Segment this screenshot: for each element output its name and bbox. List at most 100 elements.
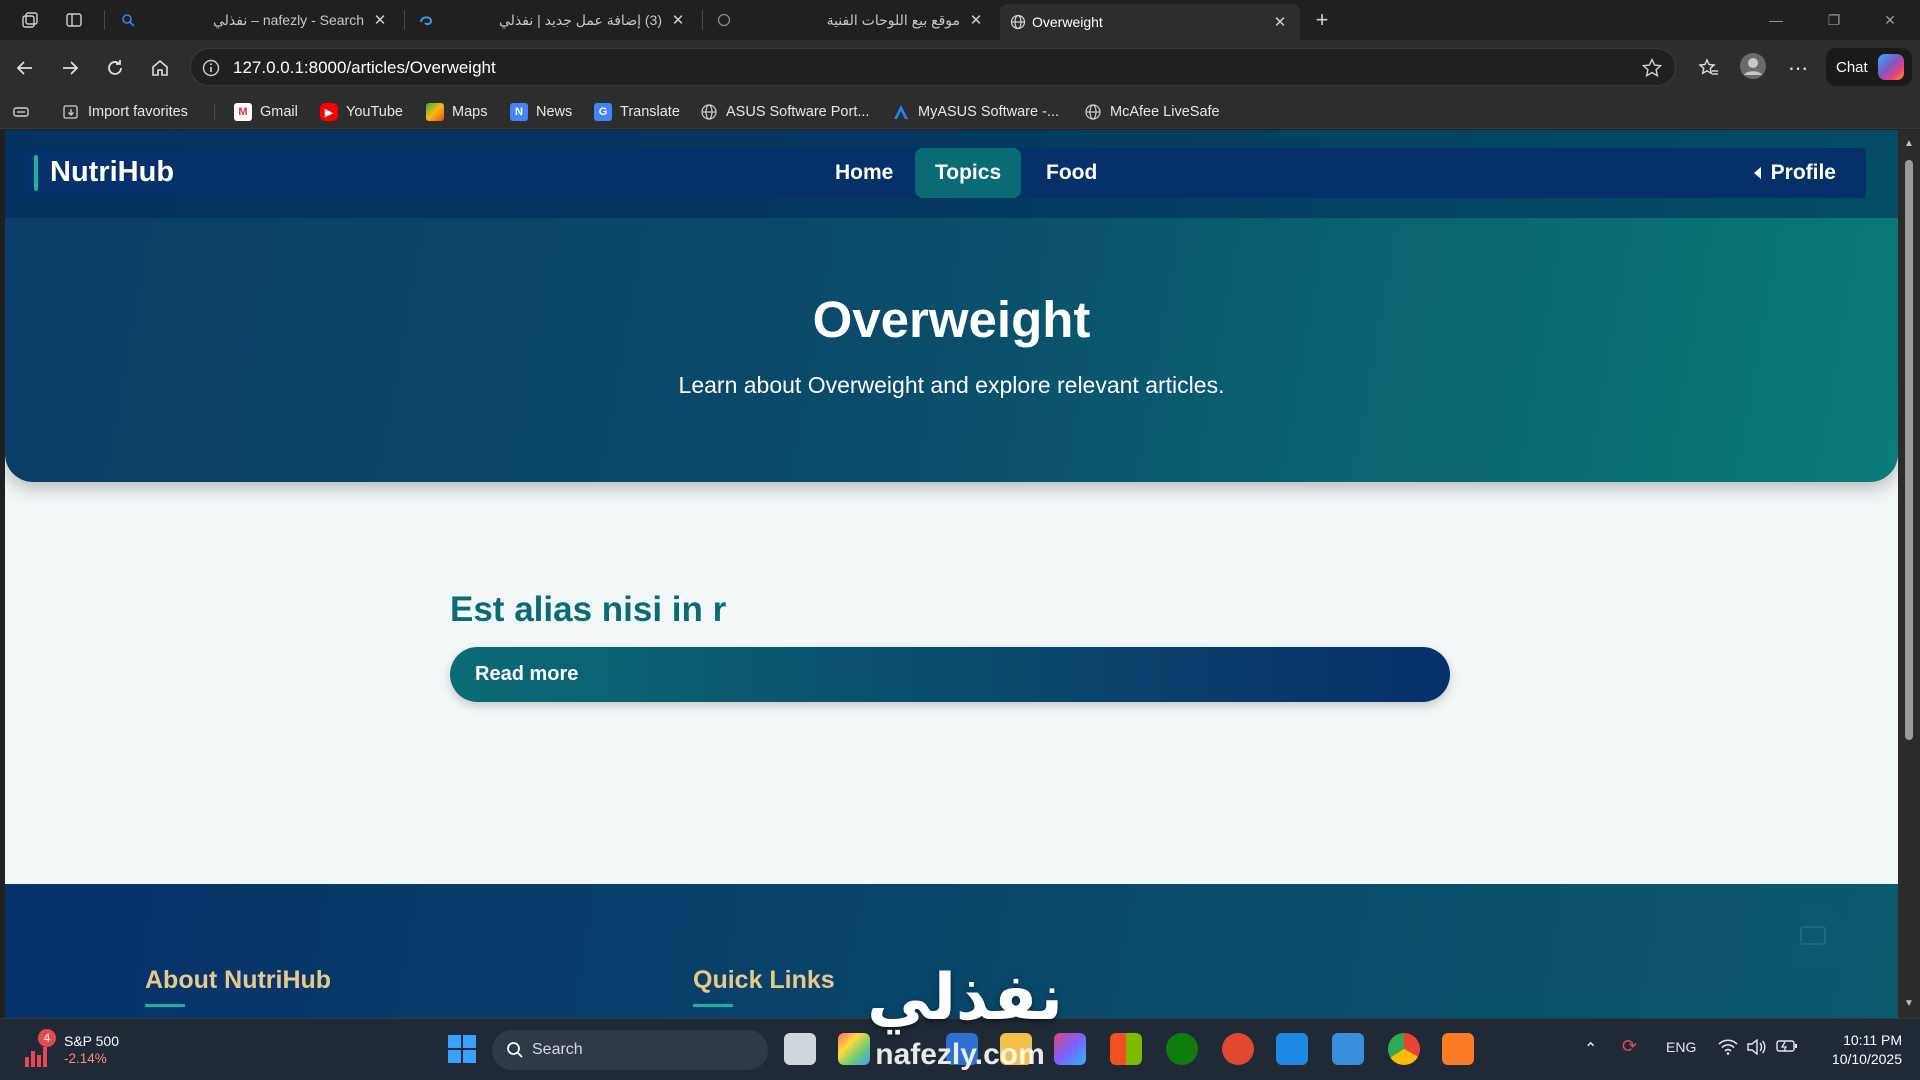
stock-widget[interactable]: 4 S&P 500 -2.14% [24, 1029, 144, 1071]
read-more-button[interactable]: Read more [450, 647, 1450, 702]
gmail-icon: M [234, 103, 252, 121]
close-icon[interactable]: ✕ [1270, 13, 1290, 31]
page-viewport: NutriHub Home Topics Food Profile Overwe… [5, 130, 1898, 1018]
back-icon[interactable] [11, 54, 39, 82]
import-icon [62, 103, 80, 121]
battery-icon[interactable] [1776, 1039, 1798, 1056]
close-icon[interactable]: ✕ [370, 11, 390, 29]
scroll-down-icon[interactable]: ▼ [1903, 998, 1915, 1009]
tab-nafezly-search[interactable]: nafezly - Search – نفذلي ✕ [110, 4, 400, 36]
windows-start-icon[interactable] [446, 1033, 478, 1065]
system-clock[interactable]: 10:11 PM 10/10/2025 [1812, 1031, 1902, 1069]
article-card: Est alias nisi in r Read more [450, 590, 1450, 702]
show-hidden-icons-icon[interactable]: ⌃ [1584, 1039, 1597, 1059]
bookmark-label: ASUS Software Port... [726, 104, 870, 120]
nav-food-link[interactable]: Food [1026, 148, 1117, 198]
notification-badge: 4 [38, 1029, 56, 1047]
refresh-icon[interactable] [101, 54, 129, 82]
forward-icon[interactable] [56, 54, 84, 82]
more-options-icon[interactable]: ⋯ [1784, 54, 1812, 82]
xbox-icon[interactable] [1166, 1033, 1198, 1065]
task-view-icon[interactable] [784, 1033, 816, 1065]
tab-title: موقع بيع اللوحات الفنية [826, 11, 960, 28]
page-scrollbar[interactable]: ▲ ▼ [1898, 130, 1920, 1018]
microsoft-store-icon[interactable] [1110, 1033, 1142, 1065]
favorites-icon[interactable] [1695, 54, 1723, 82]
watermark-arabic: نفذلي [867, 961, 1063, 1033]
brand-accent-bar [34, 155, 38, 191]
bookmark-mcafee[interactable]: McAfee LiveSafe [1084, 101, 1220, 123]
minimize-icon[interactable]: — [1756, 8, 1796, 32]
clock-time: 10:11 PM [1843, 1032, 1902, 1048]
wps-office-icon[interactable] [1222, 1033, 1254, 1065]
scroll-thumb[interactable] [1905, 160, 1913, 740]
wifi-icon[interactable] [1718, 1039, 1738, 1058]
scroll-up-icon[interactable]: ▲ [1903, 138, 1915, 149]
bookmark-label: Import favorites [88, 104, 188, 120]
bookmark-news[interactable]: N News [510, 101, 572, 123]
copilot-chat-button[interactable]: Chat [1826, 48, 1912, 86]
browser-toolbar: 127.0.0.1:8000/articles/Overweight ⋯ Cha… [0, 40, 1920, 95]
globe-icon [1084, 103, 1102, 121]
profile-label: Profile [1770, 161, 1836, 184]
bookmark-separator [214, 103, 215, 121]
tab-separator [702, 10, 703, 30]
site-brand-logo[interactable]: NutriHub [50, 156, 174, 189]
url-text[interactable]: 127.0.0.1:8000/articles/Overweight [233, 58, 496, 78]
nav-topics-link[interactable]: Topics [915, 148, 1022, 198]
tab-title: (3) إضافة عمل جديد | نفذلي [498, 11, 662, 28]
bookmark-import-favorites[interactable]: Import favorites [62, 101, 188, 123]
site-info-icon[interactable] [201, 58, 221, 78]
taskbar-search[interactable]: Search [492, 1030, 768, 1070]
hero-section: NutriHub Home Topics Food Profile Overwe… [5, 130, 1898, 482]
chat-floating-button[interactable] [1778, 902, 1848, 972]
workspaces-icon[interactable] [18, 8, 42, 32]
navbar-inner: NutriHub Home Topics Food Profile [20, 148, 1866, 198]
bookmark-label: MyASUS Software -... [918, 104, 1060, 120]
clock-date: 10/10/2025 [1831, 1051, 1902, 1067]
restore-icon[interactable]: ❐ [1814, 8, 1854, 32]
bookmark-gmail[interactable]: M Gmail [234, 101, 298, 123]
bookmark-youtube[interactable]: ▶ YouTube [320, 101, 403, 123]
language-indicator[interactable]: ENG [1666, 1039, 1696, 1055]
tab-overweight[interactable]: Overweight ✕ [1000, 4, 1300, 40]
bookmarks-bar: Import favorites M Gmail ▶ YouTube Maps … [0, 95, 1920, 129]
globe-icon [1010, 14, 1026, 30]
tab-separator [404, 10, 405, 30]
close-icon[interactable]: ✕ [966, 11, 986, 29]
myasus-icon [892, 103, 910, 121]
sync-icon[interactable]: ⟳ [1622, 1036, 1637, 1057]
favorite-star-icon[interactable] [1641, 57, 1663, 79]
notepad-icon[interactable] [1332, 1033, 1364, 1065]
tab-title: nafezly - Search – نفذلي [213, 11, 364, 28]
tab-add-work[interactable]: (3) إضافة عمل جديد | نفذلي ✕ [408, 4, 698, 36]
article-title[interactable]: Est alias nisi in r [450, 590, 1450, 630]
vertical-tabs-icon[interactable] [62, 8, 86, 32]
volume-icon[interactable] [1746, 1038, 1766, 1058]
tab-actions-icon[interactable] [12, 101, 30, 123]
address-bar[interactable]: 127.0.0.1:8000/articles/Overweight [190, 48, 1676, 86]
profile-dropdown[interactable]: Profile [1753, 148, 1836, 198]
bookmark-translate[interactable]: G Translate [594, 101, 680, 123]
search-icon [120, 12, 136, 28]
tab-art-shop[interactable]: موقع بيع اللوحات الفنية ✕ [706, 4, 996, 36]
home-icon[interactable] [146, 54, 174, 82]
caret-left-icon [1753, 167, 1761, 179]
profile-avatar-icon[interactable] [1739, 52, 1767, 80]
close-icon[interactable]: ✕ [668, 11, 688, 29]
tab-title: Overweight [1032, 14, 1103, 30]
bookmark-maps[interactable]: Maps [426, 101, 487, 123]
tab-separator [104, 10, 105, 30]
search-icon [507, 1042, 523, 1058]
maps-icon [426, 103, 444, 121]
bookmark-label: News [536, 104, 573, 120]
nav-home-link[interactable]: Home [815, 148, 913, 198]
bookmark-myasus[interactable]: MyASUS Software -... [892, 101, 1059, 123]
new-tab-icon[interactable]: + [1310, 7, 1334, 32]
xampp-icon[interactable] [1442, 1033, 1474, 1065]
vscode-icon[interactable] [1276, 1033, 1308, 1065]
chrome-icon[interactable] [1388, 1033, 1420, 1065]
window-close-icon[interactable]: ✕ [1870, 8, 1910, 32]
bookmark-asus[interactable]: ASUS Software Port... [700, 101, 869, 123]
stock-name: S&P 500 [64, 1033, 120, 1049]
